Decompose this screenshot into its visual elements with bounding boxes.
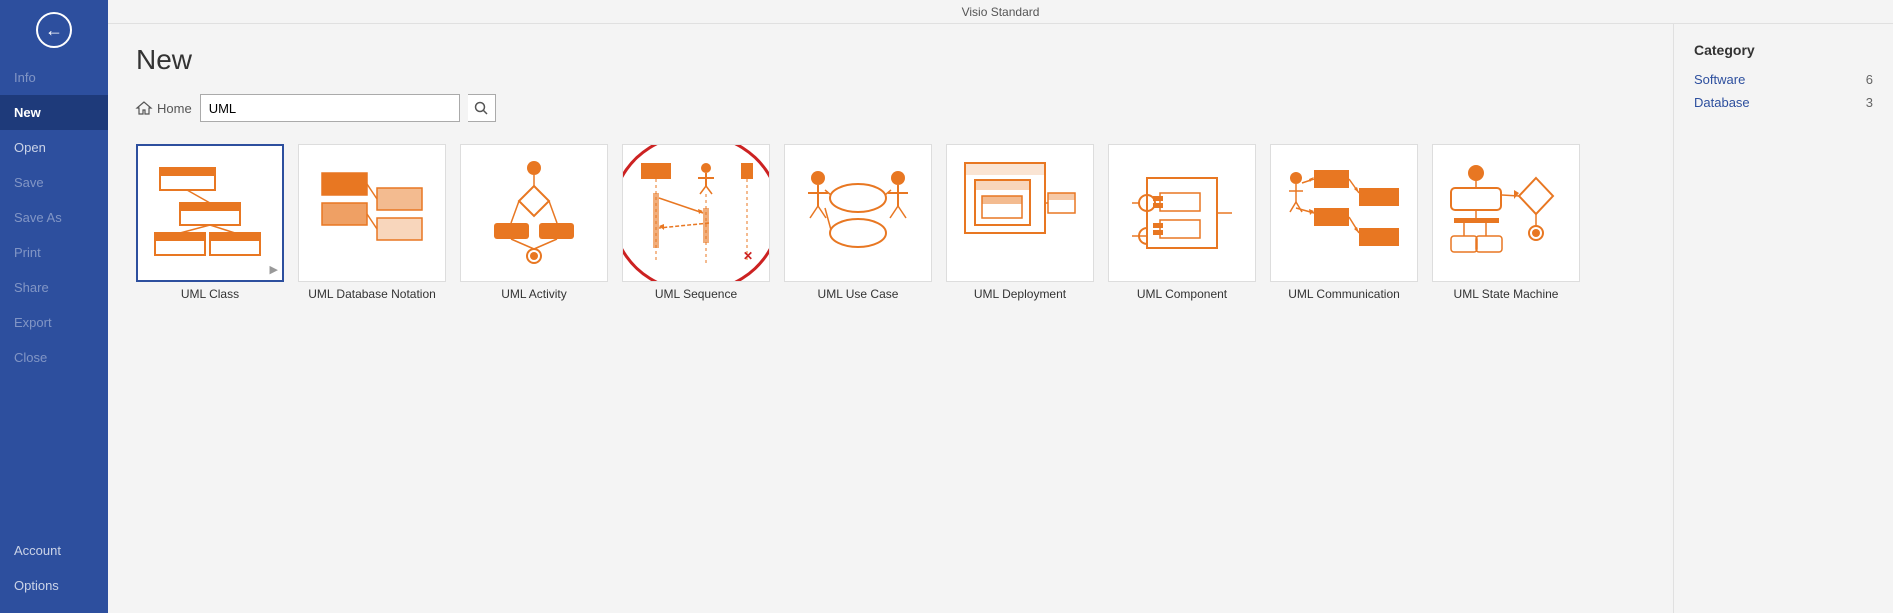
- search-icon: [474, 101, 488, 115]
- sidebar-item-share[interactable]: Share: [0, 270, 108, 305]
- template-label-uml-activity: UML Activity: [501, 287, 567, 301]
- main-area: Visio Standard New Home: [108, 0, 1893, 613]
- app-title: Visio Standard: [962, 5, 1040, 19]
- category-label-database: Database: [1694, 95, 1750, 110]
- template-uml-deployment[interactable]: UML Deployment: [946, 144, 1094, 301]
- titlebar: Visio Standard: [108, 0, 1893, 24]
- template-uml-communication[interactable]: UML Communication: [1270, 144, 1418, 301]
- back-circle-icon: ←: [36, 12, 72, 48]
- right-panel: Category Software 6 Database 3: [1673, 24, 1893, 613]
- template-thumb-uml-class: ▶: [136, 144, 284, 282]
- search-button[interactable]: [468, 94, 496, 122]
- template-thumb-uml-sequence: ✕: [622, 144, 770, 282]
- template-uml-sequence[interactable]: ✕ UML Sequence: [622, 144, 770, 301]
- template-label-uml-use-case: UML Use Case: [818, 287, 899, 301]
- template-label-uml-class: UML Class: [181, 287, 239, 301]
- template-label-uml-component: UML Component: [1137, 287, 1227, 301]
- template-uml-activity[interactable]: UML Activity: [460, 144, 608, 301]
- home-icon: [136, 101, 152, 115]
- sidebar-item-export[interactable]: Export: [0, 305, 108, 340]
- main-content: New Home: [108, 24, 1673, 613]
- template-label-uml-communication: UML Communication: [1288, 287, 1400, 301]
- template-thumb-uml-use-case: [784, 144, 932, 282]
- home-label: Home: [157, 101, 192, 116]
- template-grid: ▶ UML Class: [136, 144, 1645, 301]
- template-thumb-uml-communication: [1270, 144, 1418, 282]
- sidebar-bottom: Account Options: [0, 533, 108, 603]
- back-button[interactable]: ←: [0, 0, 108, 60]
- sidebar-item-save-as[interactable]: Save As: [0, 200, 108, 235]
- sidebar-item-info[interactable]: Info: [0, 60, 108, 95]
- search-input[interactable]: [200, 94, 460, 122]
- category-count-database: 3: [1866, 95, 1873, 110]
- sidebar-item-print[interactable]: Print: [0, 235, 108, 270]
- category-title: Category: [1694, 42, 1873, 58]
- template-thumb-uml-deployment: [946, 144, 1094, 282]
- template-uml-component[interactable]: UML Component: [1108, 144, 1256, 301]
- search-bar: Home: [136, 94, 1645, 122]
- sidebar-item-account[interactable]: Account: [0, 533, 108, 568]
- template-thumb-uml-database-notation: [298, 144, 446, 282]
- template-uml-state-machine[interactable]: UML State Machine: [1432, 144, 1580, 301]
- svg-text:✕: ✕: [743, 249, 753, 263]
- template-uml-use-case[interactable]: UML Use Case: [784, 144, 932, 301]
- home-breadcrumb[interactable]: Home: [136, 101, 192, 116]
- template-uml-class[interactable]: ▶ UML Class: [136, 144, 284, 301]
- sidebar: ← Info New Open Save Save As Print Share…: [0, 0, 108, 613]
- category-label-software: Software: [1694, 72, 1745, 87]
- template-thumb-uml-component: [1108, 144, 1256, 282]
- sidebar-item-save[interactable]: Save: [0, 165, 108, 200]
- template-thumb-uml-activity: [460, 144, 608, 282]
- expand-arrow-icon: ▶: [270, 263, 278, 276]
- sidebar-item-close[interactable]: Close: [0, 340, 108, 375]
- template-label-uml-database-notation: UML Database Notation: [308, 287, 436, 301]
- sidebar-item-options[interactable]: Options: [0, 568, 108, 603]
- sidebar-item-open[interactable]: Open: [0, 130, 108, 165]
- template-label-uml-state-machine: UML State Machine: [1454, 287, 1559, 301]
- category-count-software: 6: [1866, 72, 1873, 87]
- template-label-uml-deployment: UML Deployment: [974, 287, 1066, 301]
- sidebar-item-new[interactable]: New: [0, 95, 108, 130]
- category-row-database[interactable]: Database 3: [1694, 91, 1873, 114]
- template-uml-database-notation[interactable]: UML Database Notation: [298, 144, 446, 301]
- page-title: New: [136, 44, 1645, 76]
- content-area: New Home: [108, 24, 1893, 613]
- sidebar-nav: Info New Open Save Save As Print Share E…: [0, 60, 108, 613]
- template-label-uml-sequence: UML Sequence: [655, 287, 737, 301]
- category-row-software[interactable]: Software 6: [1694, 68, 1873, 91]
- template-thumb-uml-state-machine: [1432, 144, 1580, 282]
